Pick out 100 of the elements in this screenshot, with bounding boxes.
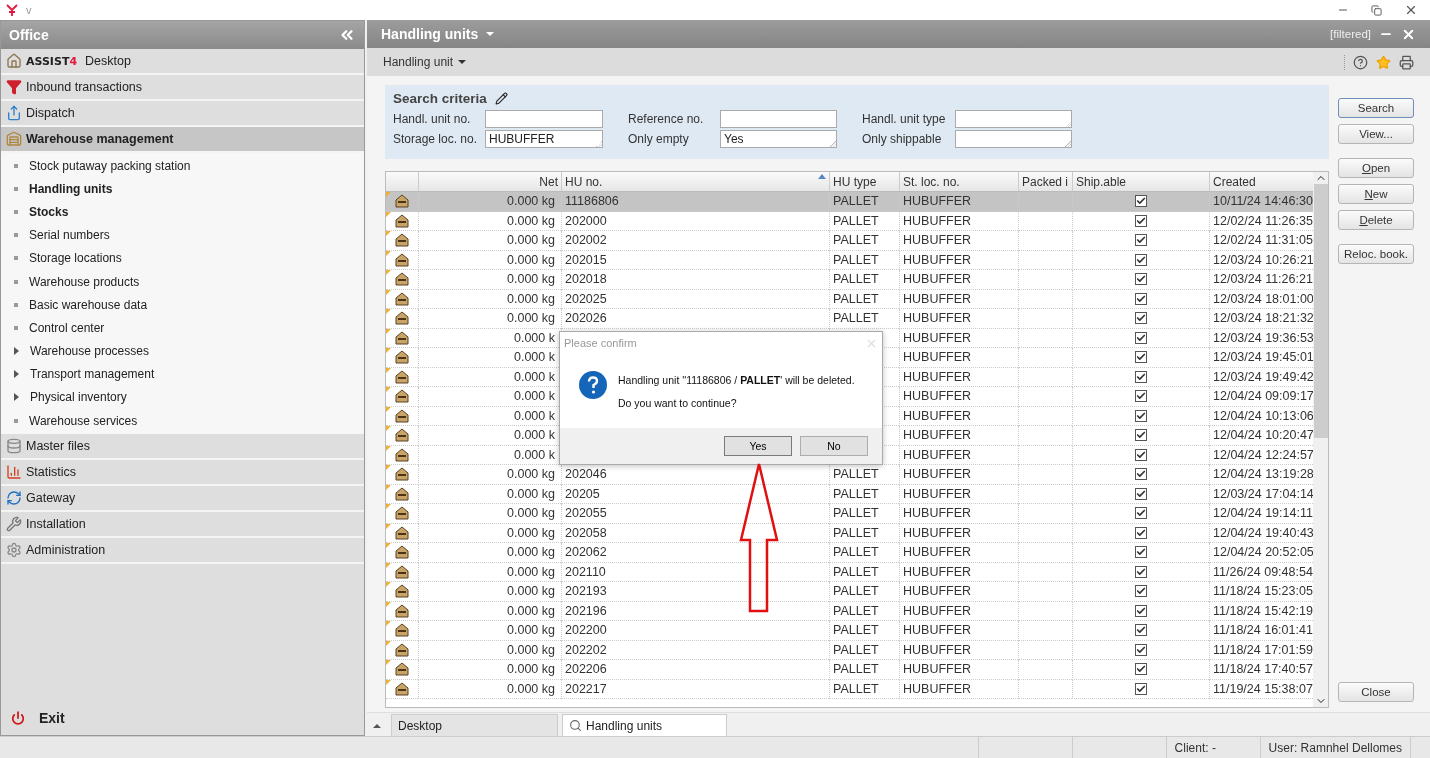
sidebar-item[interactable]: Stock putaway packing station <box>1 154 364 178</box>
checkbox[interactable] <box>1135 429 1147 441</box>
exit-link[interactable]: Exit <box>39 710 65 726</box>
sidebar-item[interactable]: Warehouse processes <box>1 339 364 363</box>
table-row[interactable]: 0.000 kg 202026 PALLET HUBUFFER 12/03/24 18:21:32 <box>386 309 1313 329</box>
column-header[interactable]: Packed i <box>1018 172 1072 191</box>
printer-icon[interactable] <box>1399 54 1414 70</box>
sidebar-section[interactable]: Warehouse management <box>1 127 364 153</box>
checkbox[interactable] <box>1135 448 1147 461</box>
table-row[interactable]: 0.000 kg 202217 PALLET HUBUFFER 11/19/24 15:38:07 <box>386 679 1313 699</box>
checkbox[interactable] <box>1135 312 1147 324</box>
column-header[interactable]: HU no. <box>561 172 829 191</box>
checkbox[interactable] <box>1135 487 1147 500</box>
app-logo-icon <box>6 3 18 17</box>
input-field[interactable] <box>955 130 1072 148</box>
input-field[interactable]: HUBUFFER <box>485 130 603 148</box>
power-icon[interactable] <box>11 711 25 725</box>
action-button[interactable]: Close <box>1338 682 1414 702</box>
sidebar-item[interactable]: Control center <box>1 316 364 340</box>
close-icon[interactable] <box>1404 3 1418 17</box>
sidebar-item[interactable]: Physical inventory <box>1 385 364 410</box>
expand-icon[interactable] <box>373 724 381 728</box>
action-button[interactable]: Reloc. book. <box>1338 244 1414 264</box>
checkbox[interactable] <box>1135 604 1147 617</box>
help-icon[interactable] <box>1353 54 1368 70</box>
input-field[interactable] <box>955 110 1072 128</box>
checkbox[interactable] <box>1135 663 1147 675</box>
checkbox[interactable] <box>1135 390 1147 402</box>
input-field[interactable]: Yes <box>720 130 837 148</box>
checkbox[interactable] <box>1135 214 1147 227</box>
checkbox[interactable] <box>1135 292 1147 305</box>
checkbox[interactable] <box>1135 624 1147 636</box>
sidebar-item[interactable]: Serial numbers <box>1 223 364 247</box>
sidebar-item[interactable]: Basic warehouse data <box>1 293 364 317</box>
table-row[interactable]: 0.000 kg 202000 PALLET HUBUFFER 12/02/24 11:26:35 <box>386 211 1313 231</box>
table-row[interactable]: 0.000 kg 202193 PALLET HUBUFFER 11/18/24 15:23:05 <box>386 582 1313 602</box>
tab[interactable]: Handling units <box>562 714 727 736</box>
checkbox[interactable] <box>1135 682 1147 695</box>
star-icon[interactable] <box>1376 54 1391 70</box>
action-button[interactable]: Open <box>1338 158 1414 178</box>
checkbox[interactable] <box>1135 234 1147 246</box>
checkbox[interactable] <box>1135 195 1147 207</box>
dialog-button[interactable]: No <box>800 436 868 456</box>
sidebar-item[interactable]: Storage locations <box>1 246 364 270</box>
checkbox[interactable] <box>1135 273 1147 285</box>
action-button[interactable]: New <box>1338 184 1414 204</box>
checkbox[interactable] <box>1135 546 1147 558</box>
field-label: Handl. unit type <box>862 112 947 126</box>
input-field[interactable] <box>720 110 837 128</box>
column-header[interactable]: St. loc. no. <box>899 172 1018 191</box>
box-icon <box>394 524 410 541</box>
table-cell: 202193 <box>561 582 829 602</box>
checkbox[interactable] <box>1135 409 1147 422</box>
action-button[interactable]: Search <box>1338 98 1414 118</box>
table-row[interactable]: 0.000 kg 202055 PALLET HUBUFFER 12/04/24 19:14:11 <box>386 504 1313 524</box>
action-button[interactable]: Delete <box>1338 210 1414 230</box>
table-cell: PALLET <box>829 192 899 212</box>
checkbox[interactable] <box>1135 370 1147 383</box>
table-row[interactable]: 0.000 kg 202015 PALLET HUBUFFER 12/03/24 10:26:21 <box>386 250 1313 270</box>
column-header[interactable]: Ship.able <box>1072 172 1209 191</box>
table-cell: HUBUFFER <box>899 348 1018 368</box>
menu-button[interactable]: Handling unit <box>383 55 467 69</box>
table-row[interactable]: 0.000 kg 202202 PALLET HUBUFFER 11/18/24 17:01:59 <box>386 640 1313 660</box>
table-cell: 202200 <box>561 621 829 641</box>
checkbox[interactable] <box>1135 643 1147 656</box>
checkbox[interactable] <box>1135 331 1147 344</box>
table-cell: PALLET <box>829 660 899 680</box>
table-row[interactable]: 0.000 kg 202206 PALLET HUBUFFER 11/18/24 17:40:57 <box>386 660 1313 680</box>
sidebar-item[interactable]: Warehouse services <box>1 409 364 433</box>
table-row[interactable]: 0.000 kg 202200 PALLET HUBUFFER 11/18/24 16:01:41 <box>386 621 1313 641</box>
table-row[interactable]: 0.000 kg 11186806 PALLET HUBUFFER 10/11/24 14:46:30 <box>386 192 1313 212</box>
action-button[interactable]: View... <box>1338 124 1414 144</box>
checkbox[interactable] <box>1135 565 1147 578</box>
table-row[interactable]: 0.000 kg 202018 PALLET HUBUFFER 12/03/24 11:26:21 <box>386 270 1313 290</box>
pencil-icon[interactable] <box>494 91 508 105</box>
sidebar-item[interactable]: Warehouse products <box>1 269 364 294</box>
restore-icon[interactable] <box>1371 4 1382 16</box>
sidebar-item[interactable]: Handling units <box>1 177 364 201</box>
table-row[interactable]: 0.000 kg 202046 PALLET HUBUFFER 12/04/24 13:19:28 <box>386 465 1313 485</box>
checkbox[interactable] <box>1135 585 1147 597</box>
table-row[interactable]: 0.000 kg 202025 PALLET HUBUFFER 12/03/24 18:01:00 <box>386 289 1313 309</box>
table-cell: HUBUFFER <box>899 582 1018 602</box>
checkbox[interactable] <box>1135 526 1147 539</box>
checkbox[interactable] <box>1135 507 1147 519</box>
input-field[interactable] <box>485 110 603 128</box>
table-row[interactable]: 0.000 kg 202062 PALLET HUBUFFER 12/04/24 20:52:05 <box>386 543 1313 563</box>
sidebar-item[interactable]: Stocks <box>1 200 364 224</box>
checkbox[interactable] <box>1135 253 1147 266</box>
column-header[interactable]: Net <box>418 172 561 191</box>
column-header[interactable]: HU type <box>829 172 899 191</box>
tab[interactable]: Desktop <box>391 714 558 736</box>
checkbox[interactable] <box>1135 468 1147 480</box>
table-row[interactable]: 0.000 kg 202002 PALLET HUBUFFER 12/02/24 11:31:05 <box>386 231 1313 251</box>
dialog-button[interactable]: Yes <box>724 436 792 456</box>
scrollbar[interactable] <box>1313 172 1328 707</box>
table-cell: 202026 <box>561 309 829 329</box>
field-label: Storage loc. no. <box>393 132 479 146</box>
sidebar-item[interactable]: Transport management <box>1 362 364 386</box>
bullet-icon <box>14 418 18 423</box>
checkbox[interactable] <box>1135 351 1147 363</box>
